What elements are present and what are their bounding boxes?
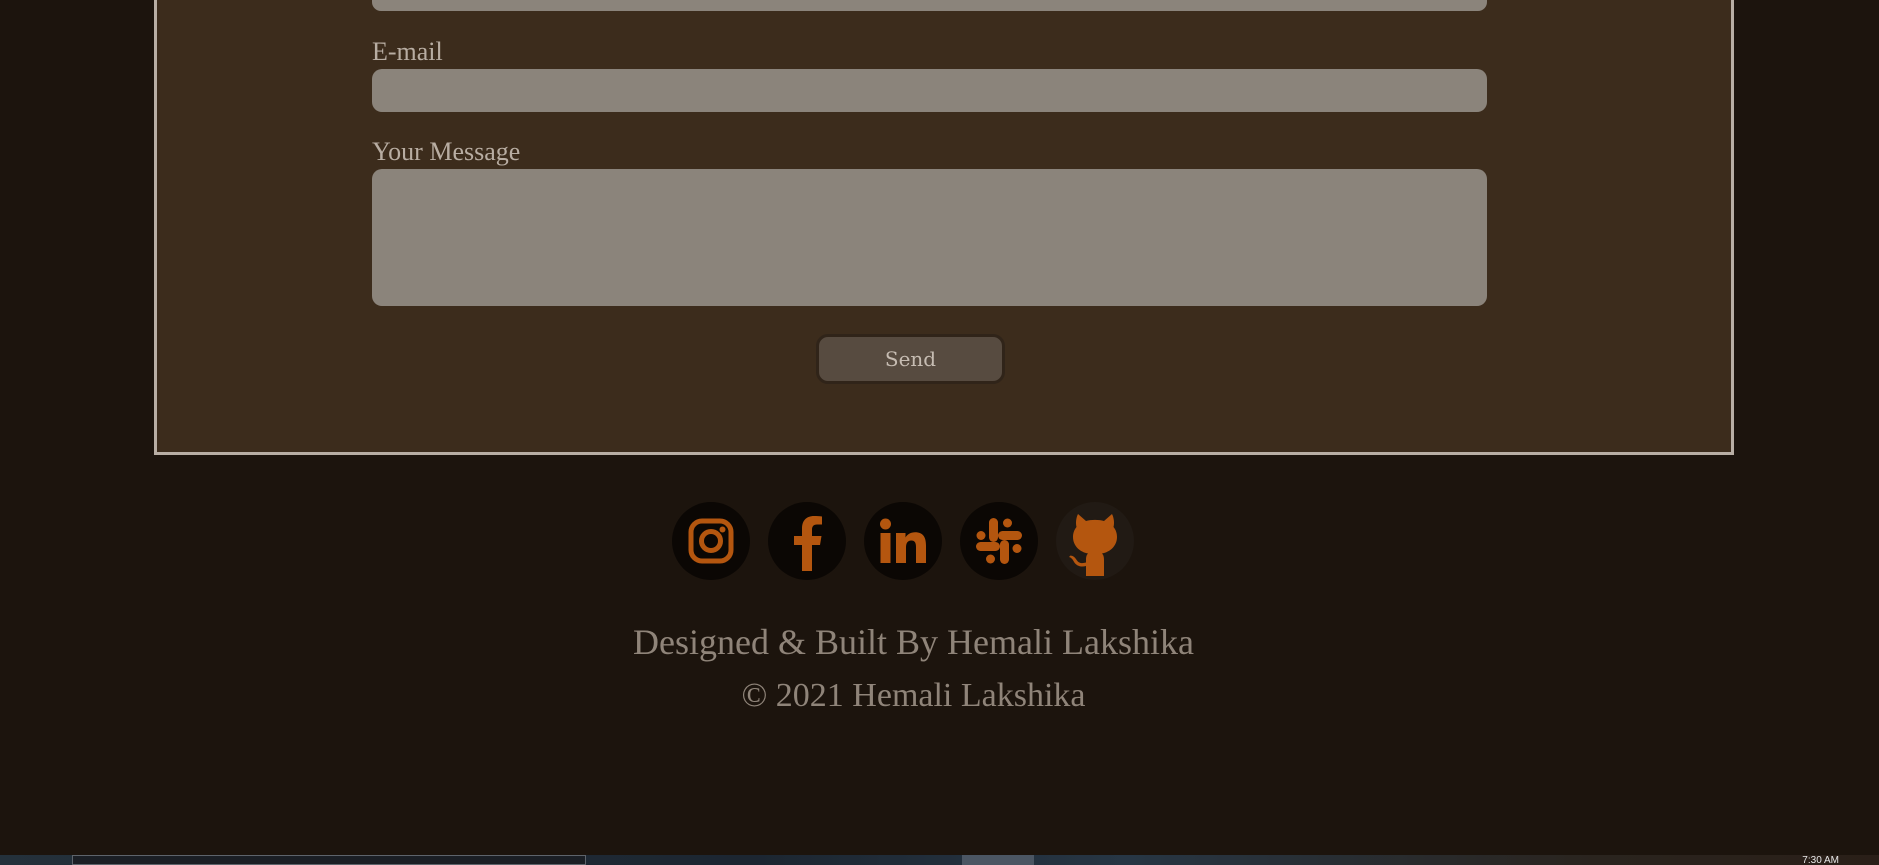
facebook-link[interactable]	[768, 502, 846, 580]
linkedin-icon	[880, 518, 926, 563]
social-links	[672, 502, 1134, 580]
copyright-text: © 2021 Hemali Lakshika	[741, 677, 1086, 714]
taskbar-active-app[interactable]	[962, 855, 1034, 865]
facebook-icon	[794, 516, 822, 571]
instagram-link[interactable]	[672, 502, 750, 580]
name-input[interactable]	[372, 0, 1487, 11]
email-field[interactable]	[372, 69, 1487, 112]
contact-form-panel: E-mail Your Message Send	[154, 0, 1734, 455]
send-button[interactable]: Send	[816, 334, 1005, 384]
slack-link[interactable]	[960, 502, 1038, 580]
taskbar-clock[interactable]: 7:30 AM	[1802, 856, 1839, 865]
designed-by-text: Designed & Built By Hemali Lakshika	[633, 622, 1194, 662]
email-label: E-mail	[372, 37, 443, 66]
instagram-icon	[688, 518, 734, 564]
linkedin-link[interactable]	[864, 502, 942, 580]
taskbar-search-box[interactable]	[72, 855, 586, 865]
message-label: Your Message	[372, 137, 521, 166]
slack-icon	[976, 518, 1022, 564]
taskbar: 7:30 AM	[0, 855, 1879, 865]
github-link[interactable]	[1056, 502, 1134, 580]
github-icon	[1069, 514, 1117, 576]
message-textarea[interactable]	[372, 169, 1487, 306]
page: E-mail Your Message Send Designed & Buil…	[0, 0, 1879, 865]
